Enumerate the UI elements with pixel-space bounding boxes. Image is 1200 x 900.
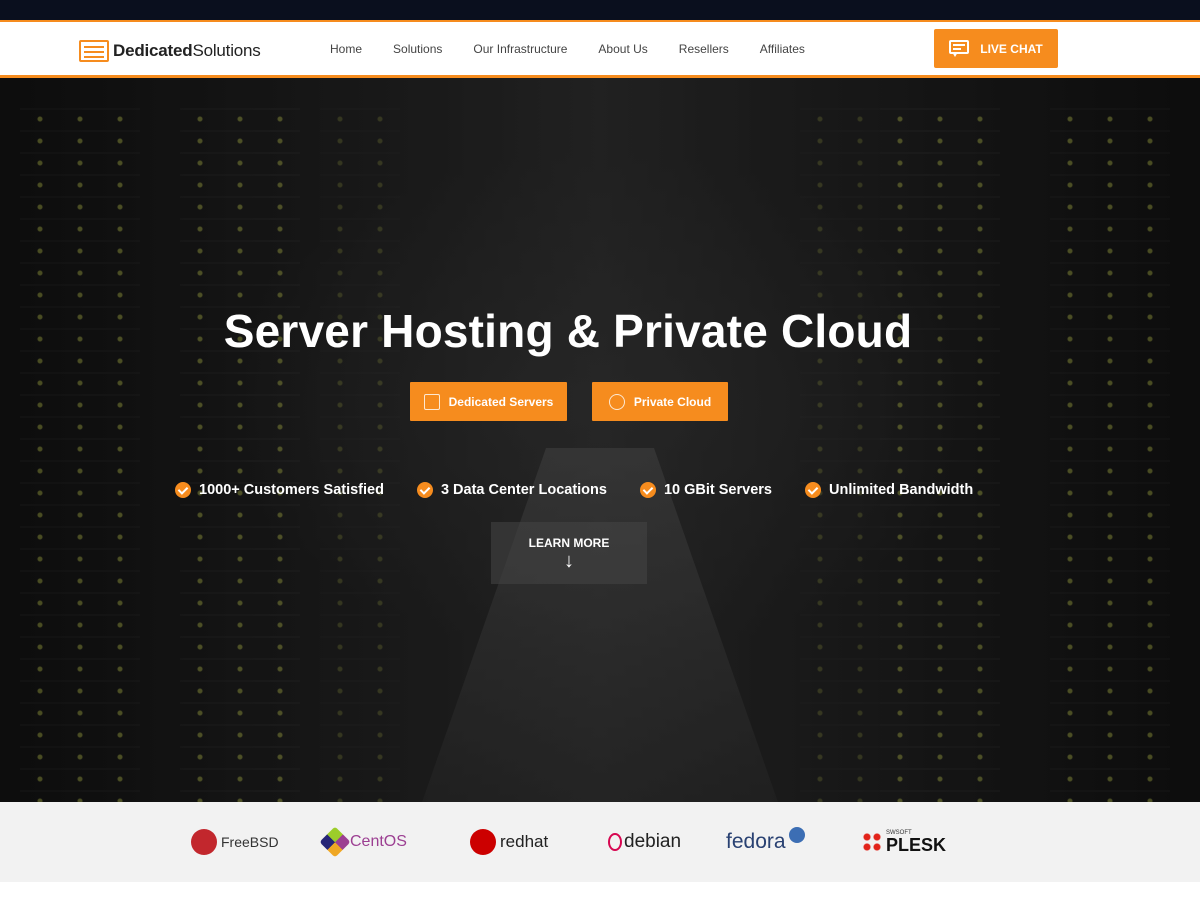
nav-resellers[interactable]: Resellers	[679, 42, 729, 56]
check-circle-icon	[416, 482, 433, 498]
plesk-logo: SWSOFT PLESK	[862, 827, 946, 857]
centos-logo: CentOS	[319, 826, 407, 858]
chat-bubble-icon	[949, 39, 970, 58]
check-circle-icon	[639, 482, 656, 498]
redhat-logo: redhat	[470, 827, 548, 857]
nav-home[interactable]: Home	[330, 42, 362, 56]
feature-item: Unlimited Bandwidth	[804, 482, 973, 498]
debian-logo: debian	[608, 827, 681, 857]
cloud-server-icon	[608, 393, 625, 410]
nav-solutions[interactable]: Solutions	[393, 42, 442, 56]
dedicated-servers-button[interactable]: Dedicated Servers	[410, 382, 567, 421]
plesk-icon	[862, 832, 882, 852]
hero-overlay	[0, 78, 1200, 802]
freebsd-icon	[191, 829, 217, 855]
learn-more-label: LEARN MORE	[528, 536, 610, 550]
main-nav: Home Solutions Our Infrastructure About …	[330, 22, 836, 76]
feature-item: 10 GBit Servers	[639, 482, 772, 498]
live-chat-button[interactable]: LIVE CHAT	[934, 29, 1058, 68]
private-cloud-button[interactable]: Private Cloud	[592, 382, 728, 421]
learn-more-button[interactable]: LEARN MORE ↓	[491, 522, 647, 584]
hero-section: Server Hosting & Private Cloud Dedicated…	[0, 78, 1200, 802]
logo-text: DedicatedSolutions	[113, 41, 261, 60]
redhat-icon	[470, 829, 496, 855]
server-icon	[423, 393, 440, 410]
hero-title: Server Hosting & Private Cloud	[223, 305, 913, 357]
top-strip	[0, 0, 1200, 20]
check-circle-icon	[175, 482, 191, 498]
check-circle-icon	[804, 482, 821, 498]
fedora-icon	[788, 827, 805, 843]
feature-item: 1000+ Customers Satisfied	[175, 482, 384, 498]
nav-about-us[interactable]: About Us	[598, 42, 647, 56]
arrow-down-icon: ↓	[564, 550, 574, 572]
feature-list: 1000+ Customers Satisfied 3 Data Center …	[175, 482, 1006, 498]
page-bottom	[0, 882, 1200, 900]
freebsd-logo: FreeBSD	[191, 827, 279, 857]
live-chat-label: LIVE CHAT	[980, 41, 1043, 56]
feature-item: 3 Data Center Locations	[416, 482, 607, 498]
os-logo-strip: FreeBSD CentOS redhat debian fedora SWSO…	[0, 802, 1200, 882]
debian-icon	[608, 833, 622, 851]
nav-affiliates[interactable]: Affiliates	[760, 42, 805, 56]
nav-our-infrastructure[interactable]: Our Infrastructure	[473, 42, 567, 56]
site-logo[interactable]: DedicatedSolutions	[79, 39, 261, 63]
fedora-logo: fedora	[726, 827, 809, 857]
centos-icon	[319, 826, 351, 858]
site-header: DedicatedSolutions Home Solutions Our In…	[0, 20, 1200, 78]
server-logo-icon	[79, 40, 109, 62]
